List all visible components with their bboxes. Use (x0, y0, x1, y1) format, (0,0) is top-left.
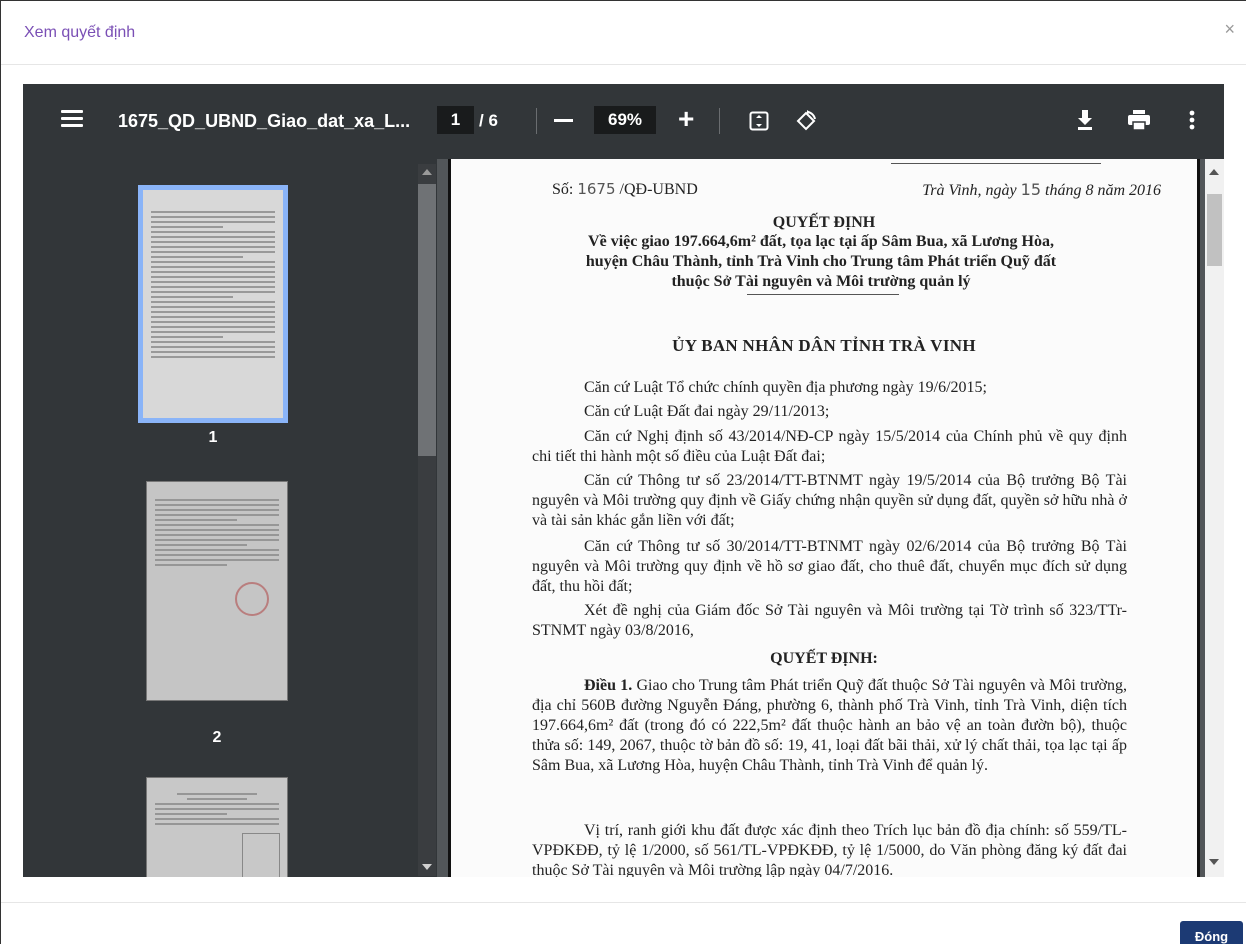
more-icon[interactable] (1189, 110, 1195, 130)
scroll-up-arrow-icon[interactable] (1209, 169, 1219, 175)
toolbar-divider (719, 108, 720, 134)
paragraph: Căn cứ Thông tư số 30/2014/TT-BTNMT ngày… (532, 538, 1127, 595)
thumbnail-label: 1 (208, 429, 218, 446)
paragraph: Vị trí, ranh giới khu đất được xác định … (532, 822, 1127, 877)
print-icon[interactable] (1128, 110, 1150, 130)
thumbnail-sidebar: 1 2 (23, 159, 437, 877)
page-rule (891, 163, 1101, 164)
scroll-up-arrow-icon[interactable] (422, 169, 432, 175)
modal-title: Xem quyết định (24, 24, 136, 41)
article-1: Điều 1. Giao cho Trung tâm Phát triển Qu… (532, 677, 1128, 774)
zoom-in-icon[interactable]: + (678, 104, 694, 134)
document-page: Số: 1675 /QĐ-UBND Trà Vinh, ngày 15 thán… (448, 159, 1200, 877)
modal-footer: Đóng (1, 902, 1246, 944)
page-scrollbar[interactable] (1205, 159, 1224, 877)
page-number-input[interactable]: 1 (437, 106, 474, 134)
document-subtitle: Về việc giao 197.664,6m² đất, tọa lạc tạ… (585, 233, 1057, 290)
toolbar-divider (536, 108, 537, 134)
sidebar-scroll-thumb[interactable] (418, 184, 436, 456)
thumbnail-page-2[interactable] (146, 481, 288, 701)
scroll-down-arrow-icon[interactable] (422, 864, 432, 870)
thumbnail-page-3[interactable] (146, 777, 288, 877)
pdf-viewer: 1675_QD_UBND_Giao_dat_xa_L... 1 / 6 69% … (23, 84, 1224, 877)
modal-dialog: Xem quyết định × 1675_QD_UBND_Giao_dat_x… (0, 0, 1246, 944)
paragraph: Căn cứ Luật Tổ chức chính quyền địa phươ… (584, 379, 987, 396)
sidebar-scrollbar[interactable] (418, 164, 436, 876)
document-date: Trà Vinh, ngày 15 tháng 8 năm 2016 (922, 180, 1161, 199)
total-pages: / 6 (479, 111, 498, 130)
paragraph: Căn cứ Thông tư số 23/2014/TT-BTNMT ngày… (532, 472, 1127, 529)
rotate-icon[interactable] (794, 109, 818, 133)
pdf-toolbar: 1675_QD_UBND_Giao_dat_xa_L... 1 / 6 69% … (23, 84, 1224, 159)
modal-header: Xem quyết định × (1, 1, 1246, 65)
zoom-level-input[interactable]: 69% (594, 106, 656, 134)
paragraph: Căn cứ Luật Đất đai ngày 29/11/2013; (584, 403, 830, 420)
close-icon[interactable]: × (1224, 19, 1235, 40)
section-title: QUYẾT ĐỊNH: (770, 650, 878, 667)
thumbnail-label: 2 (212, 729, 222, 746)
organization-heading: ỦY BAN NHÂN DÂN TỈNH TRÀ VINH (672, 336, 976, 355)
scroll-down-arrow-icon[interactable] (1209, 859, 1219, 865)
menu-icon[interactable] (61, 110, 83, 128)
document-title: QUYẾT ĐỊNH (772, 214, 876, 231)
fit-page-icon[interactable] (749, 111, 769, 131)
page-scroll-thumb[interactable] (1207, 194, 1222, 266)
download-icon[interactable] (1077, 109, 1093, 131)
zoom-out-icon[interactable] (554, 119, 573, 122)
paragraph: Xét đề nghị của Giám đốc Sở Tài nguyên v… (532, 602, 1127, 639)
subtitle-underline (747, 294, 899, 295)
thumbnail-table (242, 833, 280, 877)
thumbnail-page-1[interactable] (138, 185, 288, 423)
page-area: Số: 1675 /QĐ-UBND Trà Vinh, ngày 15 thán… (437, 159, 1224, 877)
close-button[interactable]: Đóng (1180, 921, 1243, 944)
pdf-filename: 1675_QD_UBND_Giao_dat_xa_L... (118, 111, 411, 131)
stamp-seal (235, 582, 269, 616)
paragraph: Căn cứ Nghị định số 43/2014/NĐ-CP ngày 1… (532, 428, 1127, 465)
document-number: Số: 1675 /QĐ-UBND (552, 180, 698, 198)
